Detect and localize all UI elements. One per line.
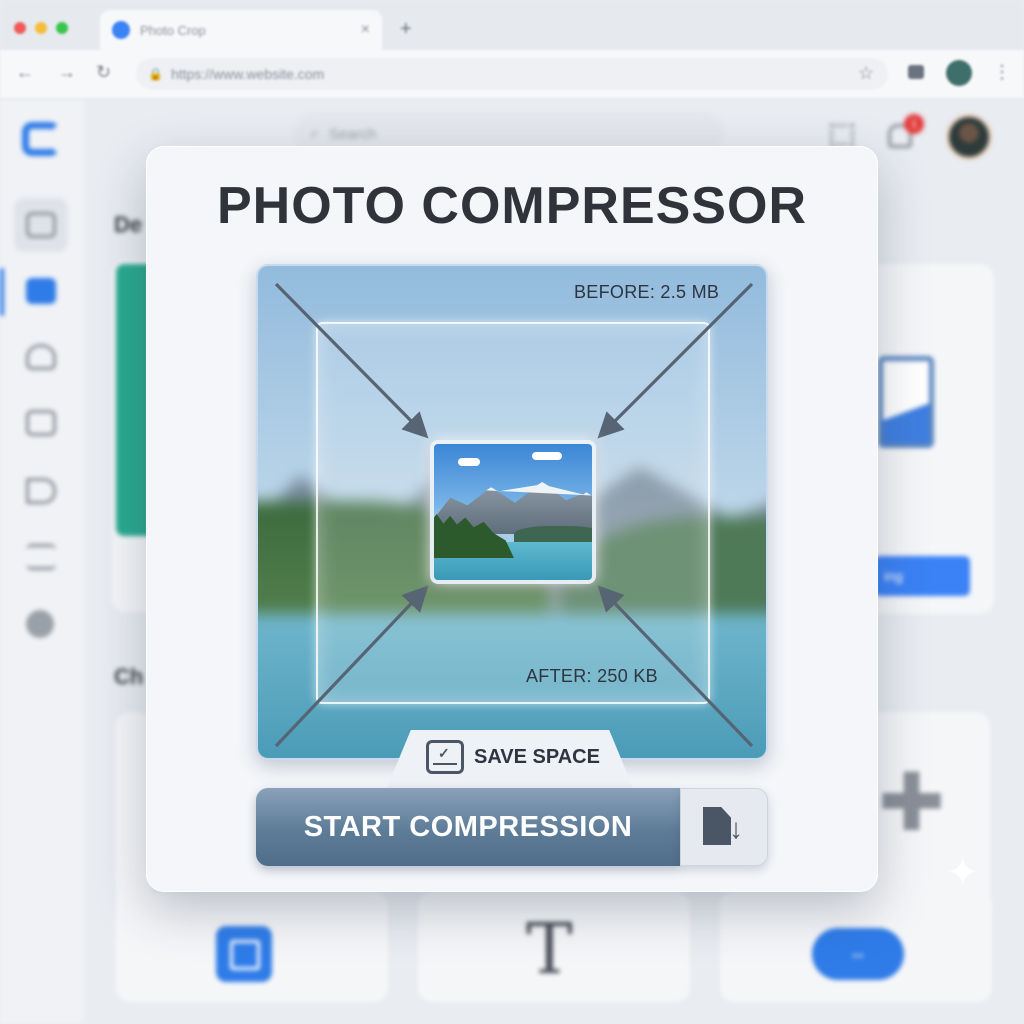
tab-favicon-icon xyxy=(112,21,130,39)
list-icon[interactable] xyxy=(26,544,56,570)
browser-chrome: Photo Crop × + ← → ↻ 🔒 https://www.websi… xyxy=(0,0,1024,100)
url-text: https://www.website.com xyxy=(170,66,325,82)
home-icon[interactable] xyxy=(26,212,56,238)
tab-title: Photo Crop xyxy=(140,22,206,38)
forward-icon[interactable]: → xyxy=(58,62,76,83)
window-controls xyxy=(14,22,68,34)
browser-profile-icon[interactable] xyxy=(946,60,972,86)
minimize-window-button[interactable] xyxy=(35,22,47,34)
sidebar xyxy=(0,100,84,1024)
user-avatar[interactable] xyxy=(946,114,992,160)
reload-icon[interactable]: ↻ xyxy=(96,62,111,83)
arrow-top-right xyxy=(597,282,754,439)
compression-preview: BEFORE: 2.5 MB AFTER: 250 KB xyxy=(256,264,768,760)
app-logo-icon[interactable] xyxy=(22,122,60,156)
arrow-bottom-left xyxy=(274,585,429,748)
settings-icon[interactable] xyxy=(26,610,54,638)
save-space-badge: ✓ SAVE SPACE xyxy=(426,740,600,774)
compressed-photo-thumbnail xyxy=(430,440,596,584)
section-heading-2: Ch xyxy=(114,664,144,689)
image-edit-icon[interactable] xyxy=(26,410,56,436)
arrow-top-left xyxy=(274,282,429,439)
maximize-window-button[interactable] xyxy=(56,22,68,34)
start-compression-button[interactable]: START COMPRESSION xyxy=(256,788,680,866)
back-icon[interactable]: ← xyxy=(16,62,34,83)
download-arrow-icon: ↓ xyxy=(729,813,743,844)
browser-menu-icon[interactable]: ⋮ xyxy=(993,62,1011,83)
before-size-label: BEFORE: 2.5 MB xyxy=(574,282,720,302)
bg-card-teal-strip xyxy=(116,264,150,536)
extensions-icon[interactable] xyxy=(908,65,924,79)
search-placeholder: Search xyxy=(328,125,377,143)
address-bar[interactable]: 🔒 https://www.website.com xyxy=(136,58,888,90)
photo-compressor-modal: PHOTO COMPRESSOR BEFORE: 2.5 MB AFTER: 2… xyxy=(146,146,878,892)
bookmark-star-icon[interactable]: ☆ xyxy=(858,63,874,84)
save-space-label: SAVE SPACE xyxy=(474,745,600,768)
image-placeholder-icon xyxy=(878,356,934,448)
sidebar-active-indicator xyxy=(0,268,4,316)
browser-toolbar: ← → ↻ 🔒 https://www.website.com ☆ ⋮ xyxy=(0,50,1024,98)
section-heading-1: De xyxy=(114,212,143,237)
new-tab-icon[interactable]: + xyxy=(400,18,412,41)
modal-title: PHOTO COMPRESSOR xyxy=(216,177,807,235)
file-icon xyxy=(703,807,731,845)
apps-grid-icon[interactable] xyxy=(830,124,854,146)
download-file-button[interactable]: ↓ xyxy=(680,788,768,866)
sparkle-icon: ✦ xyxy=(946,851,980,895)
browser-tab[interactable]: Photo Crop × xyxy=(100,10,382,50)
crop-tool-icon[interactable] xyxy=(216,926,272,982)
bg-blue-button[interactable]: ing xyxy=(874,556,970,596)
megaphone-icon[interactable] xyxy=(26,478,56,504)
lock-icon: 🔒 xyxy=(148,67,163,81)
users-icon[interactable] xyxy=(26,344,56,370)
tab-close-icon[interactable]: × xyxy=(361,21,370,39)
text-tool-icon[interactable]: T xyxy=(526,908,573,990)
dashboard-grid-icon[interactable] xyxy=(26,278,56,304)
after-size-label: AFTER: 250 KB xyxy=(526,666,658,686)
storage-drive-icon: ✓ xyxy=(426,740,464,774)
brush-icon: ✚ xyxy=(878,758,946,847)
close-window-button[interactable] xyxy=(14,22,26,34)
notification-badge: 1 xyxy=(904,114,924,134)
search-icon: ⌕ xyxy=(310,125,319,142)
resize-tool-icon[interactable]: ⇔ xyxy=(812,928,904,980)
